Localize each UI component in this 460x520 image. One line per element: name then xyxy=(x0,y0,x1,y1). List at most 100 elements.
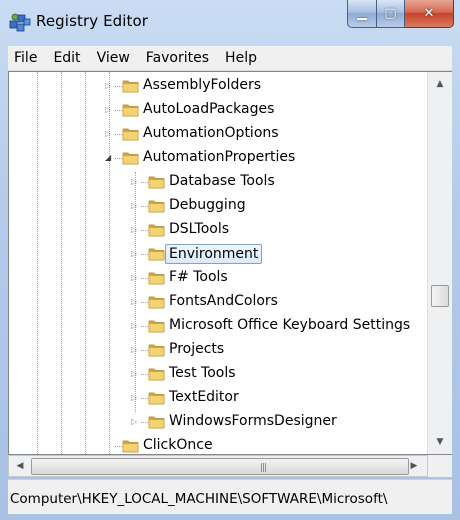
tree-connector xyxy=(141,230,148,231)
folder-icon xyxy=(122,80,139,93)
tree-node-label[interactable]: DSLTools xyxy=(169,221,229,237)
tree-node-label[interactable]: ClickOnce xyxy=(143,437,213,453)
folder-icon xyxy=(148,176,165,189)
tree-node[interactable]: ▷ F# Tools xyxy=(9,266,427,290)
tree-node-label[interactable]: Database Tools xyxy=(169,173,275,189)
scroll-left-arrow-icon[interactable]: ◀ xyxy=(9,456,31,476)
expand-arrow-icon[interactable]: ▷ xyxy=(131,177,140,186)
expand-arrow-icon[interactable]: ▷ xyxy=(131,393,140,402)
scroll-up-arrow-icon[interactable]: ▲ xyxy=(428,74,452,94)
menu-view[interactable]: View xyxy=(89,50,138,66)
tree-connector xyxy=(115,446,122,447)
folder-icon xyxy=(122,152,139,165)
scroll-grip-icon: ||| xyxy=(260,463,267,473)
tree-connector xyxy=(141,302,148,303)
menu-bar: File Edit View Favorites Help xyxy=(8,46,452,71)
tree-node-label-selected[interactable]: Environment xyxy=(165,244,263,264)
expand-arrow-icon[interactable]: ▷ xyxy=(105,105,114,114)
scroll-down-arrow-icon[interactable]: ▼ xyxy=(428,432,452,452)
tree-view-pane: ▷ AssemblyFolders ▷ AutoLoadPackages ▷ Automa… xyxy=(8,71,452,455)
tree-node[interactable]: ▷ Debugging xyxy=(9,194,427,218)
folder-icon xyxy=(122,128,139,141)
vertical-scroll-thumb[interactable] xyxy=(431,285,449,307)
tree-node-label[interactable]: AutoLoadPackages xyxy=(143,101,274,117)
tree-node[interactable]: ◢ AutomationProperties xyxy=(9,146,427,170)
maximize-icon: ▢ xyxy=(384,6,397,21)
registry-editor-icon xyxy=(9,13,31,32)
horizontal-scroll-thumb[interactable]: ||| xyxy=(31,458,409,475)
expand-arrow-icon[interactable]: ▷ xyxy=(131,273,140,282)
tree-node-label[interactable]: Microsoft Office Keyboard Settings xyxy=(169,317,410,333)
expand-arrow-icon[interactable]: ▷ xyxy=(131,297,140,306)
expand-arrow-icon[interactable]: ▷ xyxy=(131,225,140,234)
expand-arrow-icon[interactable]: ▷ xyxy=(131,345,140,354)
close-button[interactable]: ✕ xyxy=(405,0,454,28)
expand-arrow-icon[interactable]: ▷ xyxy=(131,417,140,426)
tree-connector xyxy=(115,110,122,111)
menu-edit[interactable]: Edit xyxy=(45,50,88,66)
tree-node[interactable]: ▷ WindowsFormsDesigner xyxy=(9,410,427,434)
menu-file[interactable]: File xyxy=(8,50,45,66)
folder-icon xyxy=(148,272,165,285)
expand-arrow-icon[interactable]: ▷ xyxy=(105,81,114,90)
tree-node[interactable]: ▷ DSLTools xyxy=(9,218,427,242)
folder-icon xyxy=(148,392,165,405)
expand-arrow-icon[interactable]: ▷ xyxy=(105,129,114,138)
tree-connector xyxy=(115,134,122,135)
window-title: Registry Editor xyxy=(36,12,149,30)
tree-connector xyxy=(141,278,148,279)
tree-node[interactable]: ▷ AutomationOptions xyxy=(9,122,427,146)
tree-node-label[interactable]: AssemblyFolders xyxy=(143,77,261,93)
menu-favorites[interactable]: Favorites xyxy=(138,50,217,66)
expand-arrow-icon[interactable]: ▷ xyxy=(131,201,140,210)
caption-buttons: ▁ ▢ ✕ xyxy=(347,0,454,28)
tree-node-label[interactable]: Debugging xyxy=(169,197,246,213)
tree-node-label[interactable]: Test Tools xyxy=(169,365,236,381)
folder-icon xyxy=(148,200,165,213)
tree-node-label[interactable]: WindowsFormsDesigner xyxy=(169,413,337,429)
folder-icon xyxy=(122,104,139,117)
tree-node-label[interactable]: F# Tools xyxy=(169,269,228,285)
registry-tree: ▷ AssemblyFolders ▷ AutoLoadPackages ▷ Automa… xyxy=(9,72,427,454)
tree-connector xyxy=(115,158,122,159)
status-bar: Computer\HKEY_LOCAL_MACHINE\SOFTWARE\Mic… xyxy=(8,479,452,514)
tree-node[interactable]: ▷ Database Tools xyxy=(9,170,427,194)
registry-editor-window: Registry Editor ▁ ▢ ✕ File Edit View Fav… xyxy=(0,0,460,520)
folder-icon xyxy=(148,416,165,429)
folder-icon xyxy=(148,320,165,333)
expand-arrow-icon[interactable]: ▷ xyxy=(131,321,140,330)
tree-node-label[interactable]: FontsAndColors xyxy=(169,293,278,309)
tree-node[interactable]: ClickOnce xyxy=(9,434,427,454)
folder-icon xyxy=(148,368,165,381)
tree-node[interactable]: ▷ Microsoft Office Keyboard Settings xyxy=(9,314,427,338)
tree-node[interactable]: ▷ AssemblyFolders xyxy=(9,74,427,98)
folder-icon xyxy=(148,344,165,357)
minimize-button[interactable]: ▁ xyxy=(347,0,377,28)
title-bar[interactable]: Registry Editor ▁ ▢ ✕ xyxy=(0,0,460,46)
minimize-icon: ▁ xyxy=(357,6,367,21)
tree-connector xyxy=(141,326,148,327)
tree-node[interactable]: ▷ Test Tools xyxy=(9,362,427,386)
horizontal-scrollbar[interactable]: ◀ ||| ▶ xyxy=(8,455,428,477)
tree-node[interactable]: ▷ TextEditor xyxy=(9,386,427,410)
tree-node[interactable]: ▷ FontsAndColors xyxy=(9,290,427,314)
tree-connector xyxy=(141,398,148,399)
tree-node[interactable]: ▷ Projects xyxy=(9,338,427,362)
tree-connector xyxy=(141,350,148,351)
maximize-button[interactable]: ▢ xyxy=(377,0,405,28)
vertical-scrollbar[interactable]: ▲ ▼ xyxy=(427,72,452,454)
tree-node[interactable]: ▷ Environment xyxy=(9,242,427,266)
tree-node-label[interactable]: Projects xyxy=(169,341,224,357)
expand-arrow-icon[interactable]: ▷ xyxy=(131,369,140,378)
tree-node-label[interactable]: AutomationOptions xyxy=(143,125,279,141)
scroll-right-arrow-icon[interactable]: ▶ xyxy=(403,456,425,476)
tree-node-label[interactable]: AutomationProperties xyxy=(143,149,295,165)
tree-connector xyxy=(141,206,148,207)
tree-node[interactable]: ▷ AutoLoadPackages xyxy=(9,98,427,122)
close-icon: ✕ xyxy=(423,6,435,21)
folder-icon xyxy=(148,248,165,261)
tree-node-label[interactable]: TextEditor xyxy=(169,389,239,405)
expand-arrow-icon[interactable]: ▷ xyxy=(131,249,140,258)
collapse-arrow-icon[interactable]: ◢ xyxy=(105,153,114,162)
menu-help[interactable]: Help xyxy=(217,50,265,66)
